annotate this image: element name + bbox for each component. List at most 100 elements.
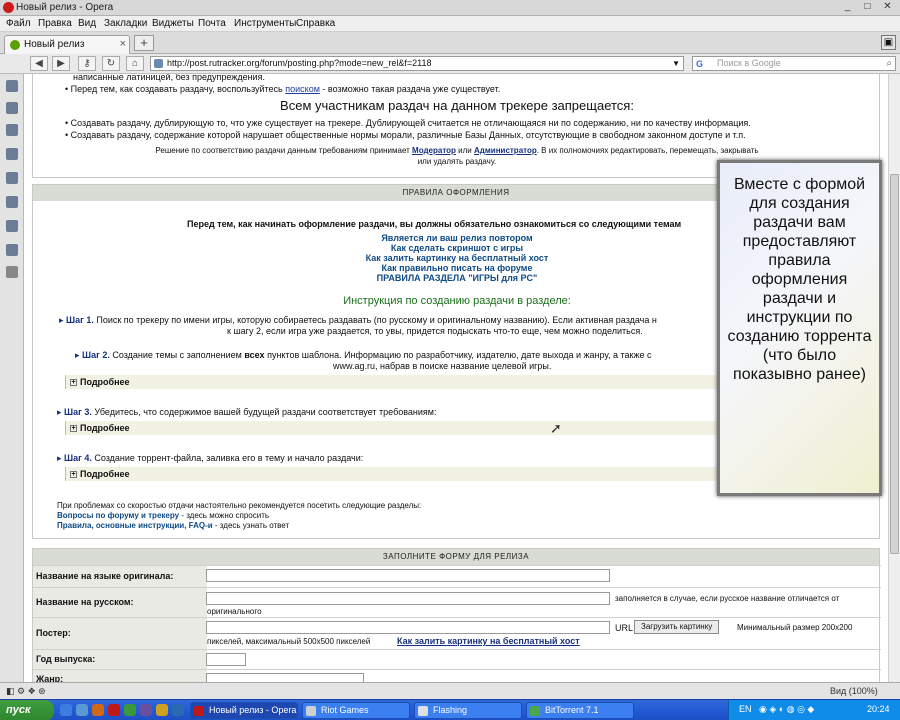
quicklaunch-firefox-icon[interactable] xyxy=(92,704,104,716)
maximize-button[interactable]: □ xyxy=(859,1,876,14)
russian-name-input[interactable] xyxy=(206,592,610,605)
rules-faq-link[interactable]: Правила, основные инструкции, FAQ-и xyxy=(57,521,213,530)
quicklaunch-desktop-icon[interactable] xyxy=(60,704,72,716)
forbidden-heading: Всем участникам раздач на данном трекере… xyxy=(280,98,634,113)
menu-bar: Файл Правка Вид Закладки Виджеты Почта И… xyxy=(0,16,900,32)
expand-icon: + xyxy=(70,425,77,432)
form-row-poster: Постер: URL Загрузить картинку Минимальн… xyxy=(33,617,881,649)
quicklaunch-app2-icon[interactable] xyxy=(140,704,152,716)
opera-icon xyxy=(3,2,14,13)
new-tab-button[interactable]: + xyxy=(134,35,154,51)
task-riot-label: Riot Games xyxy=(321,705,369,715)
poster-url-input[interactable] xyxy=(206,621,610,634)
home-button[interactable]: ⌂ xyxy=(126,56,144,71)
upload-image-button[interactable]: Загрузить картинку xyxy=(634,620,720,634)
admin-link[interactable]: Администратор xyxy=(474,146,537,155)
decision-or: или xyxy=(455,146,474,155)
quicklaunch-app-icon[interactable] xyxy=(124,704,136,716)
step4-line: ▸ Шаг 4. Создание торрент-файла, заливка… xyxy=(57,453,364,463)
quicklaunch-app3-icon[interactable] xyxy=(156,704,168,716)
menu-view[interactable]: Вид xyxy=(78,18,96,29)
zoom-level[interactable]: Вид (100%) xyxy=(830,686,878,696)
poster-upload-link[interactable]: Как залить картинку на бесплатный хост xyxy=(397,636,580,646)
search-icon[interactable]: ⌕ xyxy=(886,57,892,70)
step2-label: Шаг 2. xyxy=(82,350,110,360)
moderator-link[interactable]: Модератор xyxy=(412,146,456,155)
search-placeholder: Поиск в Google xyxy=(717,58,781,68)
back-button[interactable]: ◀ xyxy=(30,56,48,71)
reload-button[interactable]: ↻ xyxy=(102,56,120,71)
scrollbar-thumb[interactable] xyxy=(890,174,899,554)
form-row-russian-name: Название на русском: заполняется в случа… xyxy=(33,587,881,617)
close-window-button[interactable]: ✕ xyxy=(879,1,896,14)
form-row-genre: Жанр: xyxy=(33,669,881,682)
menu-mail[interactable]: Почта xyxy=(198,18,226,29)
opera-window: Новый релиз - Opera _ □ ✕ Файл Правка Ви… xyxy=(0,0,900,720)
wand-button[interactable]: ⚷ xyxy=(78,56,96,71)
mail-panel-icon[interactable] xyxy=(6,124,18,136)
genre-label: Жанр: xyxy=(33,670,207,682)
vertical-scrollbar[interactable] xyxy=(888,74,900,682)
menu-help[interactable]: Справка xyxy=(296,18,335,29)
faq-line: Вопросы по форуму и трекеру - здесь можн… xyxy=(57,511,269,520)
page-favicon-icon xyxy=(10,40,20,50)
links-panel-icon[interactable] xyxy=(6,172,18,184)
step1-line1: ▸ Шаг 1. Поиск по трекеру по имени игры,… xyxy=(59,315,657,325)
rules-line1: • Перед тем, как создавать раздачу, восп… xyxy=(65,84,501,94)
faq-link[interactable]: Вопросы по форуму и трекеру xyxy=(57,511,179,520)
language-indicator[interactable]: EN xyxy=(739,704,752,714)
task-riot-games[interactable]: Riot Games xyxy=(302,702,410,719)
minimize-button[interactable]: _ xyxy=(839,1,856,14)
menu-edit[interactable]: Правка xyxy=(38,18,72,29)
rules-line: Правила, основные инструкции, FAQ-и - зд… xyxy=(57,521,289,530)
step1-label: Шаг 1. xyxy=(66,315,94,325)
tab-new-release[interactable]: Новый релиз × xyxy=(4,35,130,54)
step4-details-label: Подробнее xyxy=(80,469,130,479)
tab-trash-button[interactable]: ▣ xyxy=(881,35,896,50)
menu-bookmarks[interactable]: Закладки xyxy=(104,18,147,29)
history-panel-icon[interactable] xyxy=(6,244,18,256)
expand-icon: + xyxy=(70,471,77,478)
step2-details-toggle[interactable]: + Подробнее xyxy=(65,375,745,389)
forbidden-bullet-1: • Создавать раздачу, дублирующую то, что… xyxy=(65,118,751,128)
downloads-panel-icon[interactable] xyxy=(6,220,18,232)
tab-close-icon[interactable]: × xyxy=(120,38,126,50)
russian-name-hint: заполняется в случае, если русское назва… xyxy=(615,594,840,603)
genre-input[interactable] xyxy=(206,673,364,682)
settings-panel-icon[interactable] xyxy=(6,148,18,160)
panel-sidebar xyxy=(0,74,24,682)
start-button[interactable]: пуск xyxy=(0,700,54,720)
annotation-overlay: Вместе с формой для создания раздачи вам… xyxy=(717,160,882,496)
add-panel-icon[interactable] xyxy=(6,266,18,278)
address-dropdown-icon[interactable]: ▼ xyxy=(672,57,680,70)
panel-toggle-icon[interactable]: ◧ ⚙ ❖ ⊛ xyxy=(6,686,46,697)
tray-icons[interactable]: ◉ ◈ ◐ ◍ ◎ ◆ xyxy=(759,704,814,715)
step3-details-toggle[interactable]: + Подробнее xyxy=(65,421,745,435)
year-input[interactable] xyxy=(206,653,246,666)
menu-widgets[interactable]: Виджеты xyxy=(152,18,194,29)
quicklaunch-opera-icon[interactable] xyxy=(108,704,120,716)
widgets-panel-icon[interactable] xyxy=(6,102,18,114)
notes-panel-icon[interactable] xyxy=(6,196,18,208)
search-field[interactable]: G Поиск в Google ⌕ xyxy=(692,56,896,71)
google-icon[interactable]: G xyxy=(696,58,703,71)
bookmarks-panel-icon[interactable] xyxy=(6,80,18,92)
menu-file[interactable]: Файл xyxy=(6,18,31,29)
menu-tools[interactable]: Инструменты xyxy=(234,18,296,29)
step2-line1: ▸ Шаг 2. Создание темы с заполнением все… xyxy=(75,350,652,360)
release-form-panel: ЗАПОЛНИТЕ ФОРМУ ДЛЯ РЕЛИЗА Название на я… xyxy=(32,548,881,682)
address-field[interactable]: http://post.rutracker.org/forum/posting.… xyxy=(150,56,684,71)
taskbar: пуск Новый релиз - Opera Riot Games Flas… xyxy=(0,699,900,720)
rules-line1-tail: - возможно такая раздача уже существует. xyxy=(319,84,501,94)
task-bittorrent[interactable]: BitTorrent 7.1 xyxy=(526,702,634,719)
original-name-input[interactable] xyxy=(206,569,610,582)
forward-button[interactable]: ▶ xyxy=(52,56,70,71)
task-flashing[interactable]: Flashing xyxy=(414,702,522,719)
step4-details-toggle[interactable]: + Подробнее xyxy=(65,467,745,481)
quicklaunch-app4-icon[interactable] xyxy=(172,704,184,716)
quicklaunch-ie-icon[interactable] xyxy=(76,704,88,716)
search-link[interactable]: поиском xyxy=(285,84,320,94)
forbidden-bullet-2: • Создавать раздачу, содержание которой … xyxy=(65,130,746,140)
task-opera[interactable]: Новый релиз - Opera xyxy=(190,702,298,719)
year-label: Год выпуска: xyxy=(33,650,207,669)
